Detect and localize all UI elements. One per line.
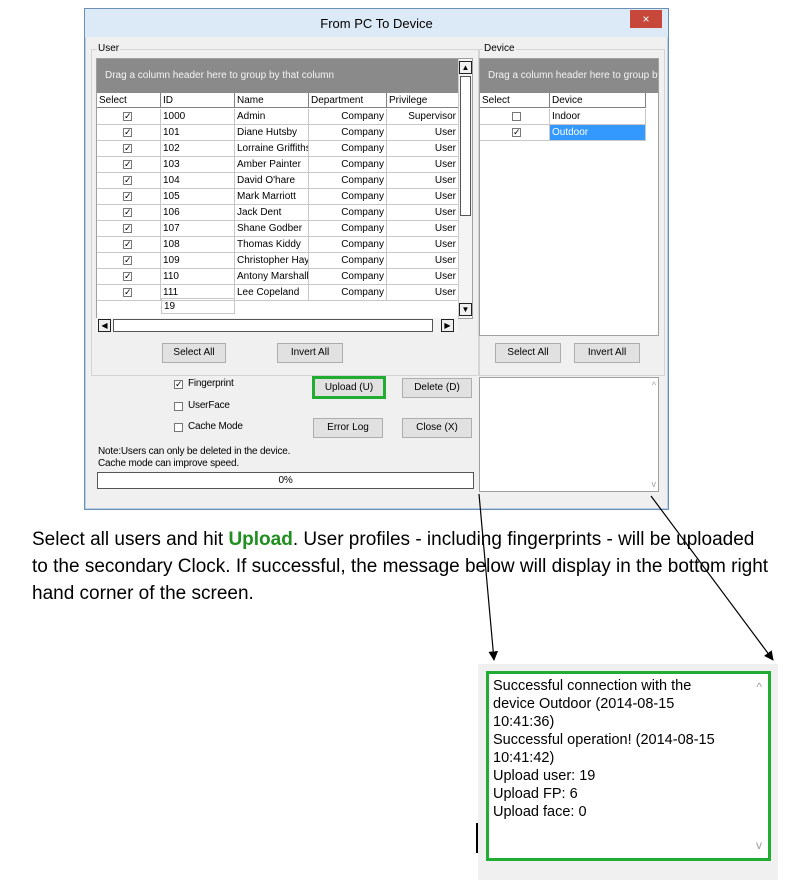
result-line: Successful connection with the xyxy=(493,678,692,694)
result-scroll-up-icon[interactable]: ^ xyxy=(756,680,762,694)
result-line: Successful operation! (2014-08-15 xyxy=(493,732,715,748)
result-line: Upload user: 19 xyxy=(493,768,596,784)
result-line: 10:41:36) xyxy=(493,714,555,730)
result-message-text: Successful connection with the device Out… xyxy=(493,677,743,821)
arrow-left xyxy=(478,493,499,661)
result-line: 10:41:42) xyxy=(493,750,555,766)
panel-edge xyxy=(476,823,478,853)
result-message-box: Successful connection with the device Out… xyxy=(486,671,771,861)
result-line: Upload face: 0 xyxy=(493,804,587,820)
arrow-right xyxy=(650,495,774,661)
result-line: Upload FP: 6 xyxy=(493,786,578,802)
result-line: device Outdoor (2014-08-15 xyxy=(493,696,675,712)
result-scroll-down-icon[interactable]: v xyxy=(756,838,762,852)
